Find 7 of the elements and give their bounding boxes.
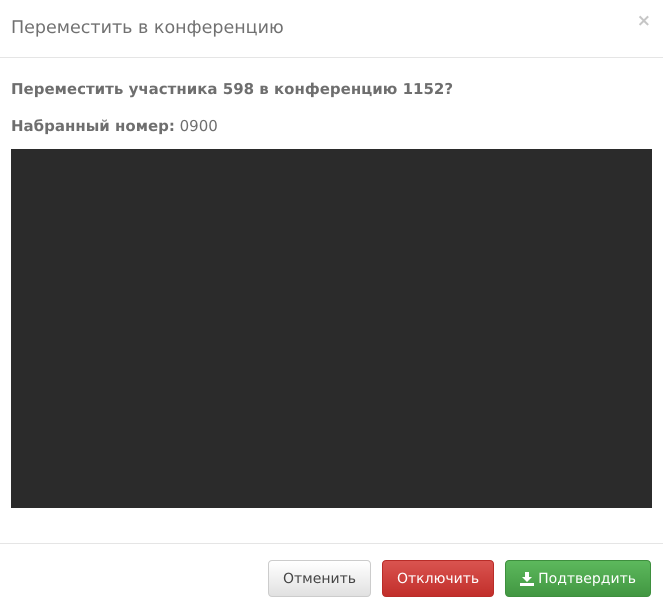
dialog-title: Переместить в конференцию — [11, 18, 284, 38]
question-text: Переместить участника 598 в конференцию 1152? — [11, 79, 454, 99]
cancel-button[interactable]: Отменить — [268, 560, 371, 597]
download-icon — [520, 572, 534, 586]
confirm-button[interactable]: Подтвердить — [505, 560, 651, 597]
disconnect-button[interactable]: Отключить — [382, 560, 494, 597]
dialed-number-text: Набранный номер: 0900 — [11, 116, 219, 136]
